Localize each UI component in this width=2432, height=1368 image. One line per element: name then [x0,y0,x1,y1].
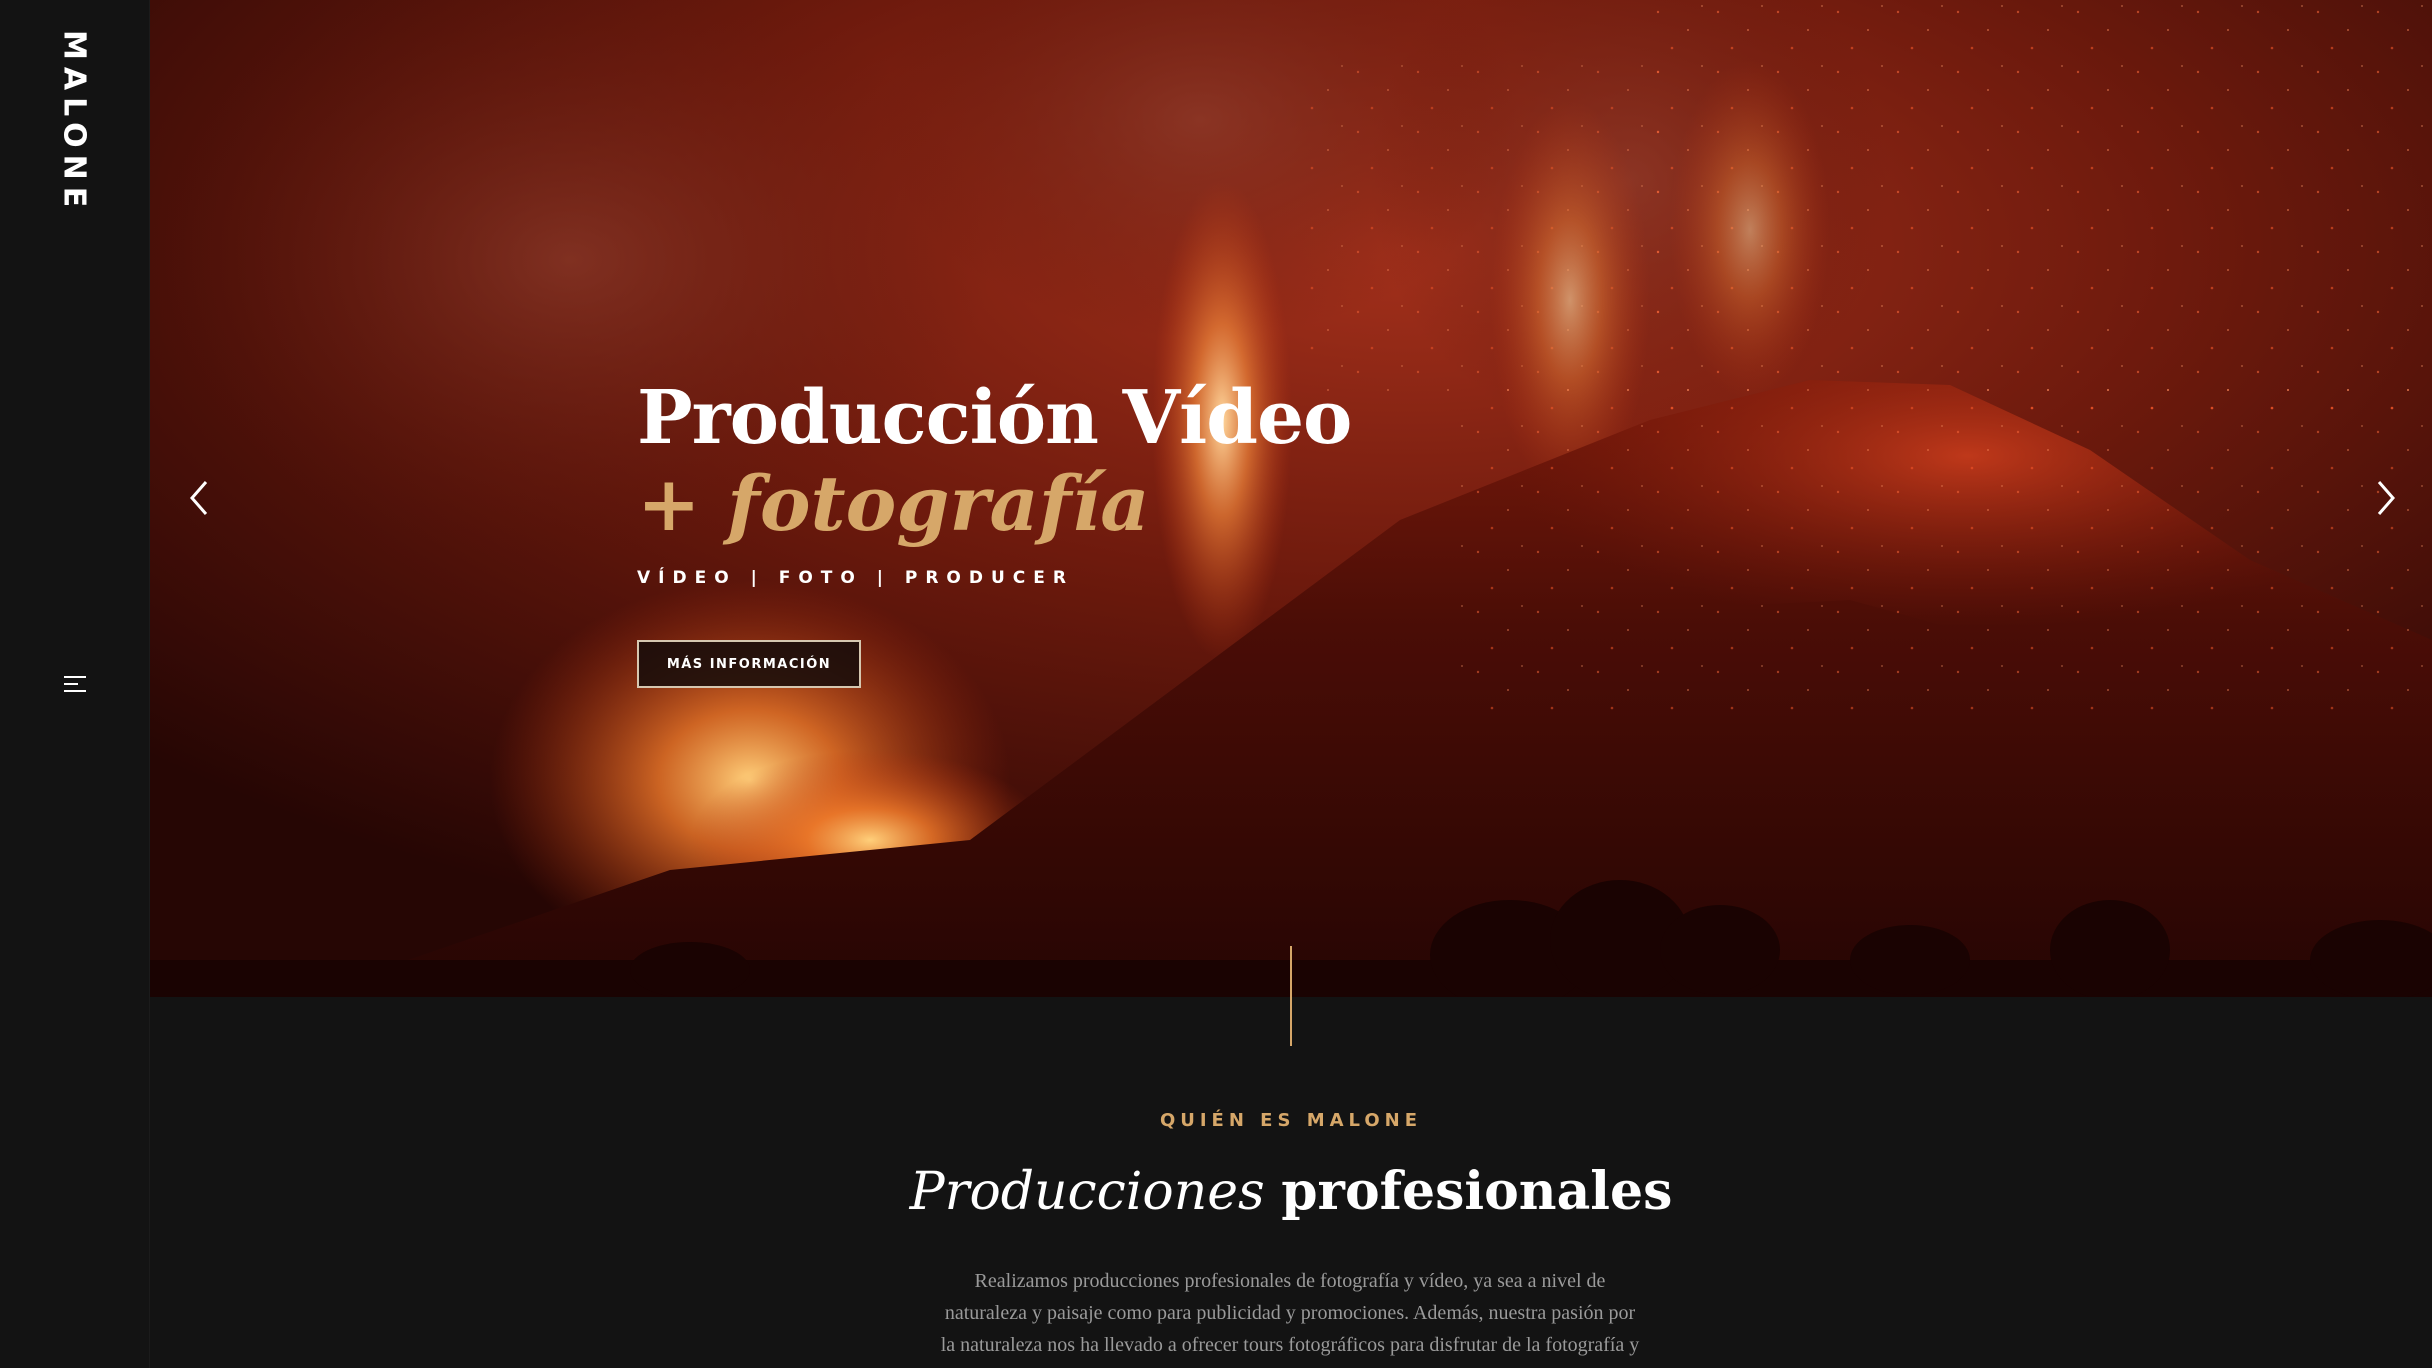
section-heading: Producciones profesionales [150,1157,2432,1227]
section-kicker: QUIÉN ES MALONE [1159,1110,1423,1131]
heading-italic: Producciones [909,1162,1265,1222]
about-section: QUIÉN ES MALONE Producciones profesional… [150,997,2432,1368]
chevron-left-icon [190,481,208,515]
hero-title: Producción Vídeo [637,375,1352,461]
heading-bold: profesionales [1281,1161,1673,1222]
hero-subtitle: + fotografía [637,459,1150,548]
scroll-indicator-line [1290,946,1292,1046]
brand-logo[interactable]: MALONE [57,30,92,214]
sidebar: MALONE [0,0,150,1368]
hamburger-menu-icon[interactable] [64,674,88,694]
hero-tags: VÍDEO | FOTO | PRODUCER [637,568,1074,588]
about-paragraph: Realizamos producciones profesionales de… [940,1270,1640,1356]
hero-caption: Producción Vídeo + fotografía VÍDEO | FO… [637,372,1537,688]
slider-prev-button[interactable] [180,476,220,520]
more-info-button[interactable]: MÁS INFORMACIÓN [637,640,861,688]
slider-next-button[interactable] [2365,476,2405,520]
chevron-right-icon [2377,481,2395,515]
hero-slider: Producción Vídeo + fotografía VÍDEO | FO… [150,0,2432,997]
